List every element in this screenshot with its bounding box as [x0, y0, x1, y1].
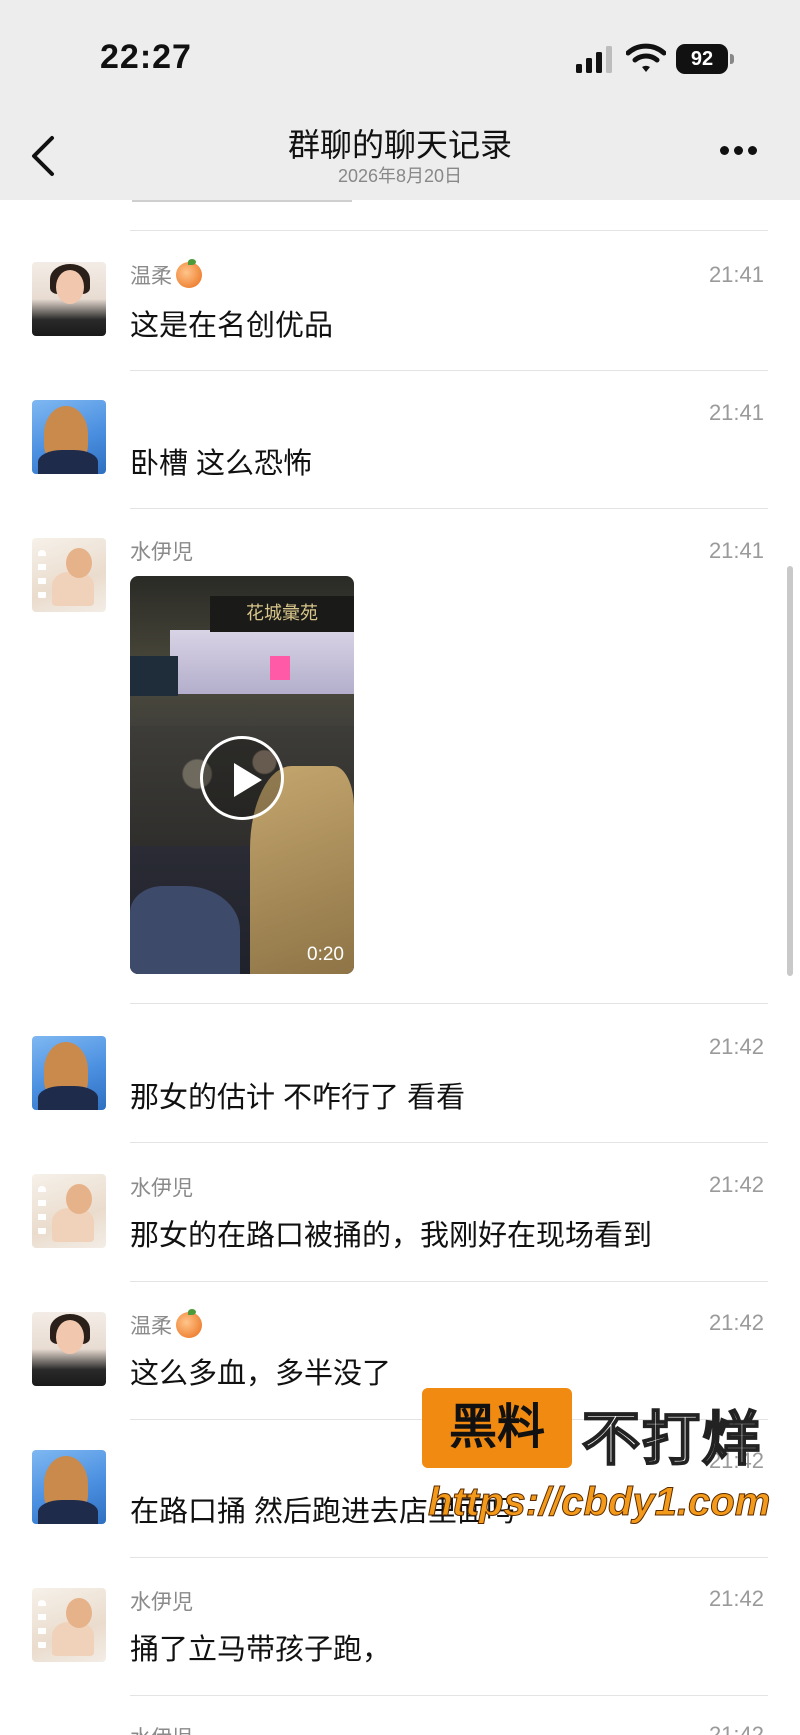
avatar[interactable] [32, 538, 106, 612]
message-time: 21:42 [708, 1586, 764, 1611]
sender-name: 温柔 [130, 1309, 202, 1340]
message-time: 21:42 [708, 1034, 764, 1059]
separator [130, 1281, 768, 1282]
message-time: 21:41 [708, 538, 764, 563]
video-left-sign [130, 656, 178, 696]
avatar[interactable] [32, 1588, 106, 1662]
sender-name: 水伊児 [130, 541, 193, 564]
message-text: 捅了立马带孩子跑， [130, 1634, 392, 1666]
video-thumbnail[interactable]: 花城彙苑 0:20 [130, 576, 354, 974]
video-storefront [170, 630, 354, 694]
previous-item-edge [132, 200, 352, 202]
navigation-bar: 群聊的聊天记录 2026年8月20日 [0, 110, 800, 200]
page-subtitle-date: 2026年8月20日 [337, 166, 463, 186]
message-time: 21:42 [708, 1172, 764, 1197]
status-bar: 22:27 92 [0, 0, 800, 110]
status-time: 22:27 [100, 38, 192, 76]
wifi-icon [626, 43, 666, 72]
peach-emoji-icon [176, 259, 202, 288]
video-shop-sign: 花城彙苑 [210, 596, 354, 632]
play-icon[interactable] [200, 736, 284, 820]
battery-icon: 92 [676, 44, 734, 74]
message-time: 21:42 [708, 1722, 764, 1735]
video-pink-sign [270, 656, 290, 680]
avatar[interactable] [32, 1450, 106, 1524]
watermark-url: https://cbdy1.com [427, 1480, 771, 1525]
separator [130, 1557, 768, 1558]
sender-name: 水伊児 [130, 1591, 193, 1614]
separator [130, 1003, 768, 1004]
message-time: 21:42 [708, 1310, 764, 1335]
peach-emoji-icon [176, 1309, 202, 1338]
watermark-text: 不打烊 [581, 1406, 763, 1473]
avatar[interactable] [32, 262, 106, 336]
separator [130, 1695, 768, 1696]
more-options-icon[interactable] [720, 142, 764, 158]
avatar[interactable] [32, 1312, 106, 1386]
message-time: 21:41 [708, 262, 764, 287]
scrollbar[interactable] [787, 566, 793, 976]
video-shoulder [130, 886, 240, 974]
message-text: 这么多血，多半没了 [130, 1358, 392, 1390]
top-bar: 22:27 92 群聊的聊天记录 2026年8月20日 [0, 0, 800, 200]
separator [130, 1142, 768, 1143]
cellular-signal-icon [576, 46, 612, 73]
sender-name: 水伊児 [130, 1722, 193, 1735]
message-time: 21:41 [708, 400, 764, 425]
separator [130, 508, 768, 509]
avatar[interactable] [32, 1174, 106, 1248]
page-title: 群聊的聊天记录 [287, 127, 512, 163]
avatar[interactable] [32, 400, 106, 474]
battery-cap [730, 54, 734, 64]
video-duration: 0:20 [307, 944, 344, 965]
battery-level: 92 [676, 44, 728, 74]
separator [130, 230, 768, 231]
sender-name: 水伊児 [130, 1177, 193, 1200]
avatar[interactable] [32, 1036, 106, 1110]
sender-name: 温柔 [130, 259, 202, 290]
message-text: 那女的估计 不咋行了 看看 [130, 1082, 466, 1114]
message-text: 这是在名创优品 [130, 310, 334, 342]
message-text: 那女的在路口被捅的，我刚好在现场看到 [130, 1220, 653, 1252]
separator [130, 370, 768, 371]
watermark-box-text: 黑料 [422, 1388, 572, 1468]
watermark-overlay: 黑料 不打烊 https://cbdy1.com [422, 1388, 792, 1538]
message-text: 卧槽 这么恐怖 [130, 448, 313, 480]
